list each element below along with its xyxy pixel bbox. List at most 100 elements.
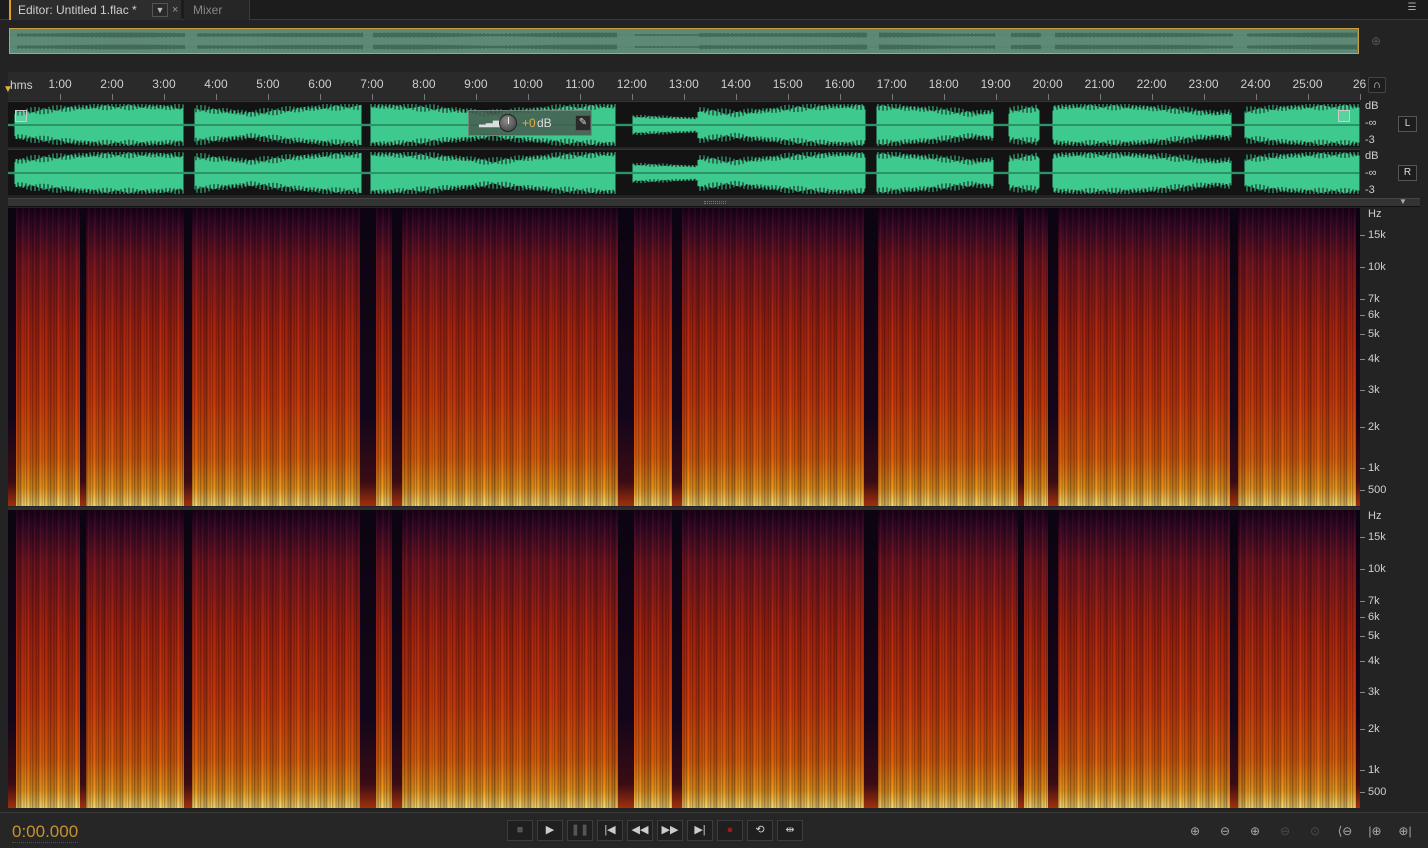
frequency-label: 4k	[1368, 655, 1380, 667]
loop-icon[interactable]: ⟲	[747, 820, 773, 841]
record-icon[interactable]: ●	[717, 820, 743, 841]
zoom-in-time-icon[interactable]: ⊕	[1244, 822, 1266, 840]
ruler-tick-label: 7:00	[360, 77, 384, 91]
channel-left-button[interactable]: L	[1398, 116, 1417, 132]
stop-icon[interactable]: ■	[507, 820, 533, 841]
ruler-tick-label: 22:00	[1136, 77, 1167, 91]
channel-right-button[interactable]: R	[1398, 165, 1417, 181]
frequency-tick	[1360, 315, 1365, 316]
play-icon[interactable]: ▶	[537, 820, 563, 841]
overview-waveform-path	[9, 32, 1357, 50]
time-ruler[interactable]: hms 1:00 2:00 3:00 4:00 5:00 6:00 7:00 8:00 9:00…	[8, 72, 1366, 100]
spectral-quiet-band	[1356, 510, 1360, 808]
spectral-quiet-band	[1048, 510, 1058, 808]
frequency-label: 1k	[1368, 764, 1380, 776]
zoom-out-time-icon[interactable]: ⊖	[1274, 822, 1296, 840]
skip-to-start-icon[interactable]: |◀	[597, 820, 623, 841]
zoom-in-right-icon[interactable]: ⊕|	[1394, 822, 1416, 840]
ruler-tick	[839, 94, 841, 100]
waveform-channel-right[interactable]	[8, 149, 1360, 195]
amplitude-scale-right: dB -∞ -3	[1365, 148, 1378, 199]
waveform-channel-left[interactable]	[8, 101, 1360, 147]
zoom-navigator-icon: ⊕	[1371, 34, 1382, 48]
ruler-tick	[1255, 94, 1257, 100]
frequency-label: 5k	[1368, 630, 1380, 642]
fade-in-handle[interactable]	[15, 110, 27, 122]
frequency-tick	[1360, 359, 1365, 360]
waveform-spectral-divider[interactable]: ▼	[8, 197, 1420, 207]
ruler-tick	[267, 94, 269, 100]
fast-forward-icon[interactable]: ▶▶	[657, 820, 683, 841]
playhead-marker-icon[interactable]: ▼	[3, 84, 13, 96]
frequency-tick	[1360, 617, 1365, 618]
frequency-label: 1k	[1368, 462, 1380, 474]
spectral-quiet-band	[80, 208, 86, 506]
spectral-texture	[8, 208, 1360, 506]
ruler-tick-label: 19:00	[980, 77, 1011, 91]
ruler-tick-label: 24:00	[1240, 77, 1271, 91]
spectral-quiet-band	[360, 510, 376, 808]
tab-editor-label: Editor: Untitled 1.flac *	[18, 3, 137, 17]
fade-out-handle[interactable]	[1338, 110, 1350, 122]
rewind-icon[interactable]: ◀◀	[627, 820, 653, 841]
zoom-out-full-icon[interactable]: ⟨⊖	[1334, 822, 1356, 840]
pin-icon[interactable]: ✎	[575, 115, 591, 131]
panel-menu-icon[interactable]: ☰	[1404, 2, 1420, 16]
zoom-in-amplitude-icon[interactable]: ⊕	[1184, 822, 1206, 840]
ruler-tick	[527, 94, 529, 100]
ruler-tick-label: 9:00	[464, 77, 488, 91]
spectral-quiet-band	[672, 208, 682, 506]
volume-knob-icon[interactable]	[499, 114, 517, 132]
frequency-label: 6k	[1368, 309, 1380, 321]
headphones-icon[interactable]: ∩	[1368, 77, 1386, 93]
ruler-tick	[1151, 94, 1153, 100]
ruler-tick	[943, 94, 945, 100]
zoom-in-left-icon[interactable]: |⊕	[1364, 822, 1386, 840]
ruler-tick-label: 13:00	[668, 77, 699, 91]
ruler-tick	[787, 94, 789, 100]
volume-hud[interactable]: ▂▃▅▆ +0 dB ✎	[468, 110, 592, 136]
zoom-selection-icon[interactable]: ⊙	[1304, 822, 1326, 840]
ruler-tick-label: 8:00	[412, 77, 436, 91]
ruler-tick-label: 2:00	[100, 77, 124, 91]
frequency-tick	[1360, 569, 1365, 570]
divider-grip[interactable]	[704, 201, 726, 204]
chevron-down-icon[interactable]: ▼	[152, 3, 168, 17]
frequency-tick	[1360, 729, 1365, 730]
frequency-label: 500	[1368, 484, 1387, 496]
ruler-tick	[995, 94, 997, 100]
spectral-display-left[interactable]	[8, 208, 1360, 506]
ruler-tick	[111, 94, 113, 100]
spectral-quiet-band	[1018, 208, 1024, 506]
skip-to-end-icon[interactable]: ▶|	[687, 820, 713, 841]
frequency-label: 3k	[1368, 686, 1380, 698]
chevron-down-icon[interactable]: ▼	[1399, 197, 1407, 206]
frequency-tick	[1360, 601, 1365, 602]
waveform-right	[8, 152, 1360, 194]
hz-unit-label: Hz	[1368, 208, 1382, 220]
ruler-tick-label: 3:00	[152, 77, 176, 91]
ruler-tick-label: 20:00	[1032, 77, 1063, 91]
skip-selection-icon[interactable]: ⇹	[777, 820, 803, 841]
volume-value[interactable]: +0	[522, 116, 536, 130]
ruler-tick	[1203, 94, 1205, 100]
pause-icon[interactable]: ❚❚	[567, 820, 593, 841]
tab-mixer[interactable]: Mixer	[184, 0, 250, 20]
spectral-quiet-band	[1230, 510, 1238, 808]
ruler-tick-label: 1:00	[48, 77, 72, 91]
timecode-display[interactable]: 0:00.000	[12, 822, 79, 843]
spectral-quiet-band	[184, 510, 192, 808]
frequency-label: 4k	[1368, 353, 1380, 365]
db-minus3-label: -3	[1365, 134, 1375, 146]
zoom-out-amplitude-icon[interactable]: ⊖	[1214, 822, 1236, 840]
db-unit-label: dB	[1365, 100, 1379, 112]
spectral-display-right[interactable]	[8, 510, 1360, 808]
frequency-tick	[1360, 334, 1365, 335]
spectral-quiet-band	[1018, 510, 1024, 808]
frequency-tick	[1360, 468, 1365, 469]
tab-editor[interactable]: Editor: Untitled 1.flac * ▼ ×	[9, 0, 181, 20]
channel-separator	[8, 507, 1360, 510]
overview-navigator[interactable]	[9, 28, 1359, 54]
spectral-quiet-band	[392, 510, 402, 808]
close-icon[interactable]: ×	[172, 0, 178, 20]
